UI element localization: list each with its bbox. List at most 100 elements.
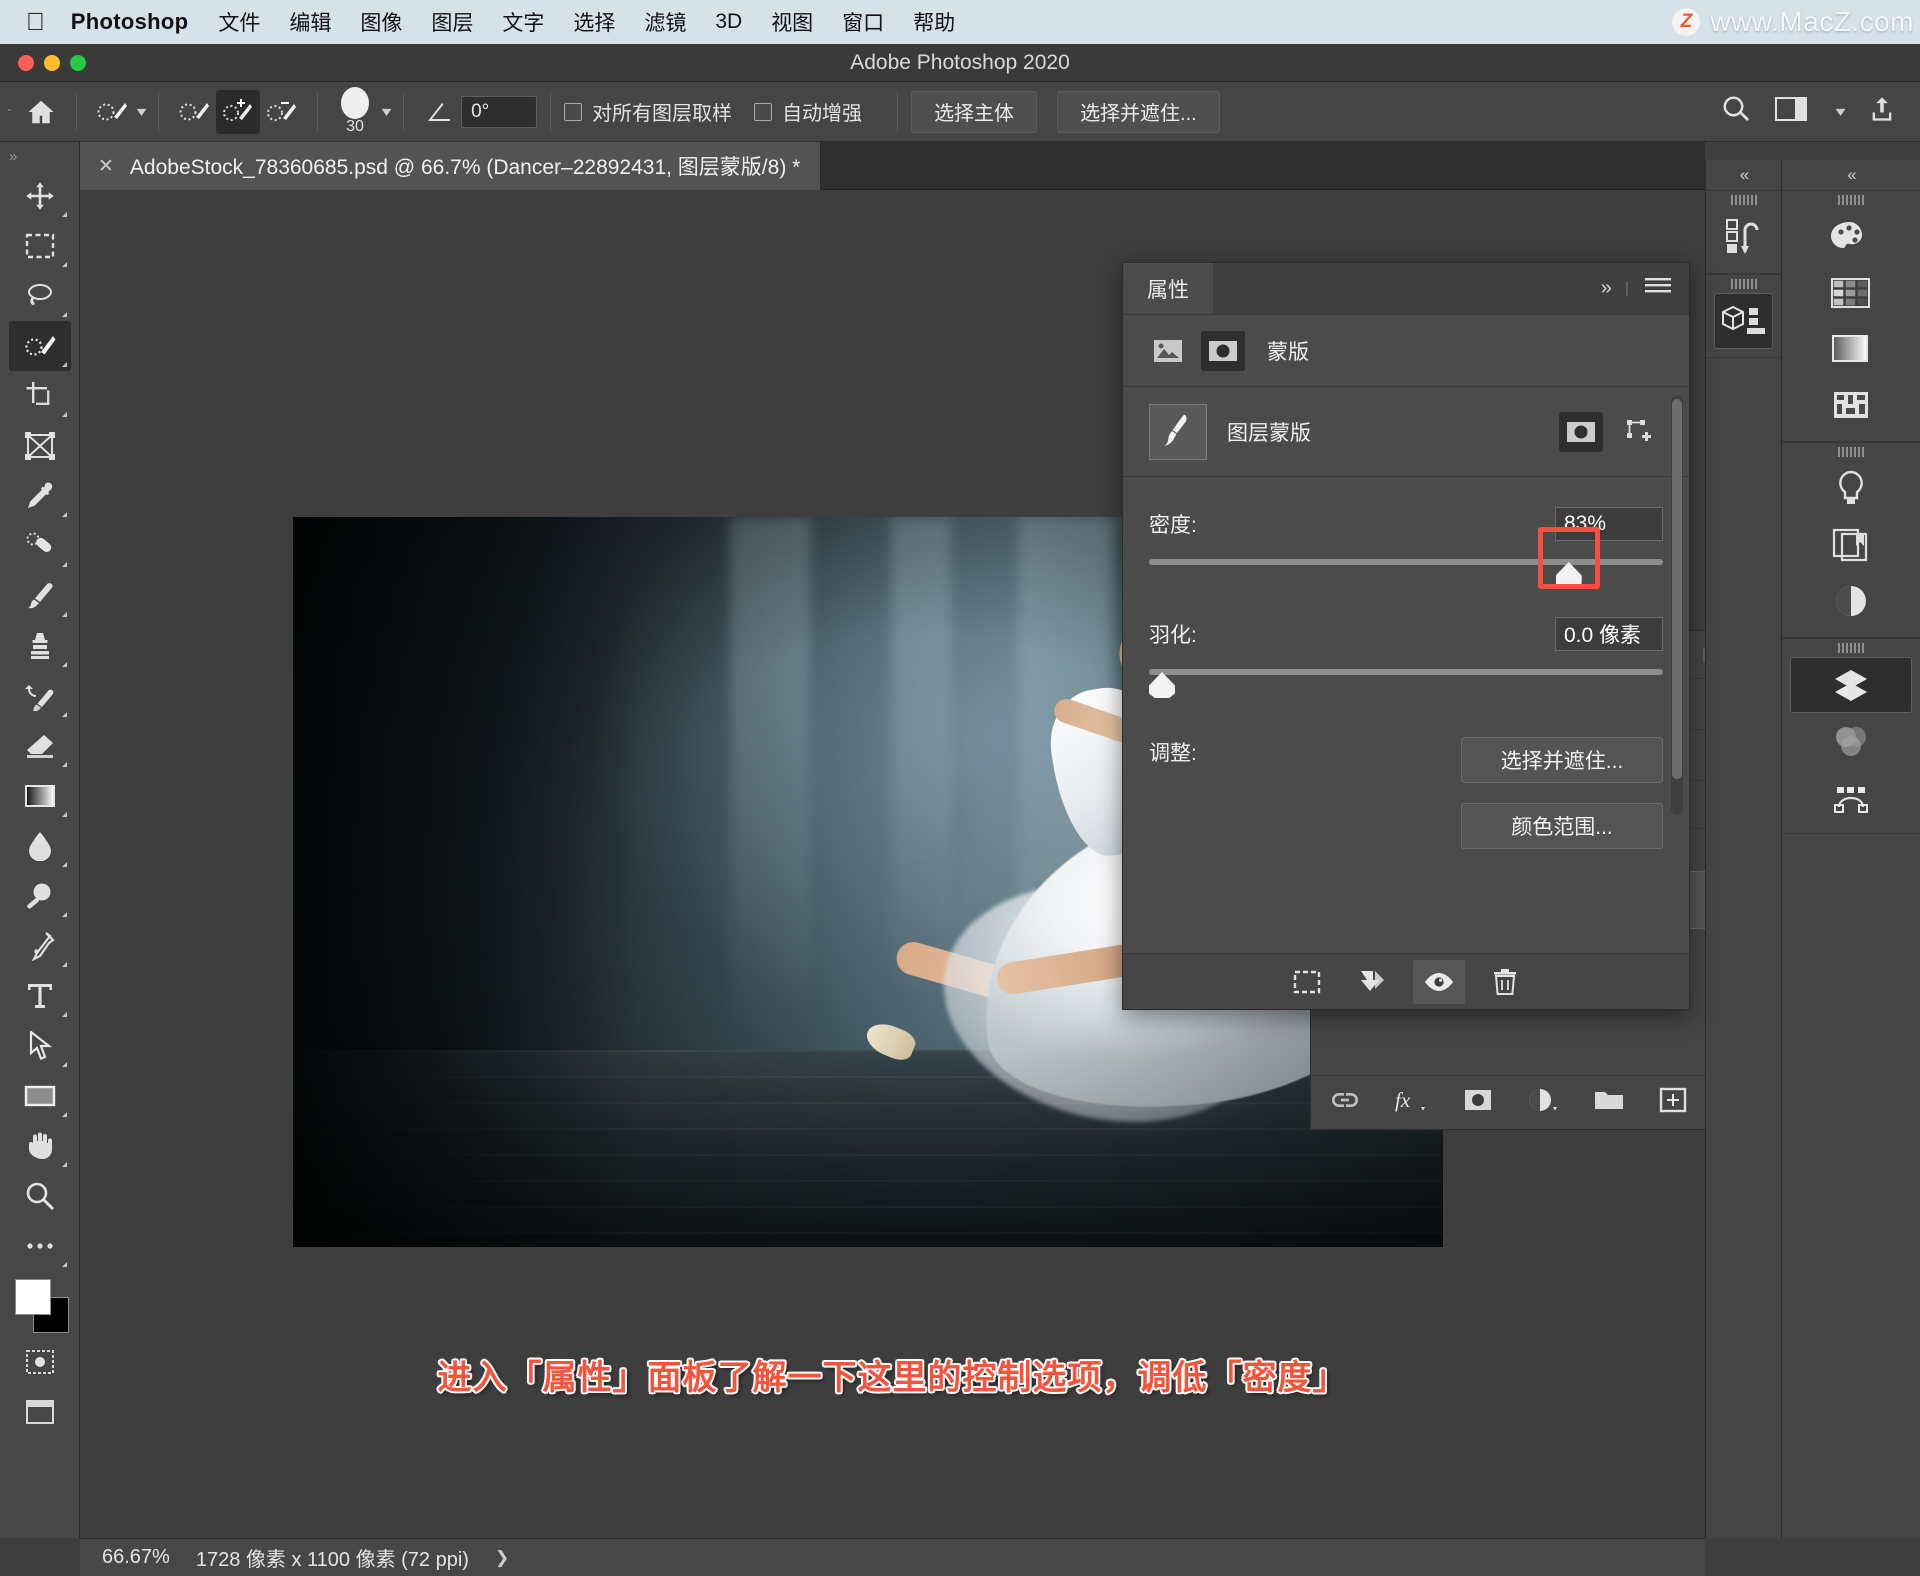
rail-grip[interactable]	[1782, 639, 1920, 657]
edit-toolbar-button[interactable]	[9, 1221, 71, 1271]
menu-item-filter[interactable]: 滤镜	[644, 7, 686, 37]
rectangle-shape-tool[interactable]	[9, 1071, 71, 1121]
select-subject-button[interactable]: 选择主体	[911, 90, 1038, 133]
hand-tool[interactable]	[9, 1121, 71, 1171]
history-brush-tool[interactable]	[9, 671, 71, 721]
brush-chevron-down-icon[interactable]: ▾	[382, 103, 392, 120]
search-icon[interactable]	[1721, 94, 1751, 129]
checkbox-box[interactable]	[754, 102, 773, 121]
new-group-icon[interactable]	[1593, 1088, 1625, 1117]
color-range-button[interactable]: 颜色范围...	[1461, 803, 1663, 849]
crop-tool[interactable]	[9, 371, 71, 421]
patterns-icon[interactable]	[1782, 377, 1920, 433]
selection-mode-new[interactable]	[172, 90, 216, 134]
sample-all-layers-checkbox[interactable]: 对所有图层取样	[564, 97, 732, 126]
select-and-mask-button[interactable]: 选择并遮住...	[1057, 90, 1220, 133]
color-swatches[interactable]	[9, 1275, 71, 1337]
share-icon[interactable]	[1868, 95, 1896, 128]
clone-stamp-tool[interactable]	[9, 621, 71, 671]
color-palette-icon[interactable]	[1782, 209, 1920, 265]
eraser-tool[interactable]	[9, 721, 71, 771]
selection-mode-subtract[interactable]	[260, 90, 304, 134]
window-controls[interactable]	[18, 55, 86, 71]
minimize-window-button[interactable]	[44, 55, 60, 71]
options-bar-grip[interactable]	[7, 94, 11, 129]
chevron-down-icon[interactable]: ▾	[137, 103, 147, 120]
gradient-tool[interactable]	[9, 771, 71, 821]
marquee-tool[interactable]	[9, 221, 71, 271]
workspace-icon[interactable]	[1774, 95, 1809, 128]
quick-selection-tool[interactable]	[8, 321, 71, 371]
feather-slider[interactable]	[1149, 663, 1663, 698]
mask-transform-icon[interactable]	[1619, 412, 1663, 452]
load-selection-icon[interactable]	[1281, 960, 1333, 1004]
gradients-icon[interactable]	[1782, 321, 1920, 377]
collapse-rail-b-button[interactable]: «	[1782, 160, 1920, 190]
eye-icon[interactable]	[1413, 959, 1465, 1004]
link-layers-icon[interactable]	[1329, 1089, 1361, 1116]
chevrons-right-icon[interactable]: »	[1601, 277, 1612, 300]
eyedropper-tool[interactable]	[9, 471, 71, 521]
add-layer-mask-icon[interactable]	[1463, 1088, 1493, 1117]
rail-grip[interactable]	[1782, 443, 1920, 461]
tool-preset-picker[interactable]	[90, 90, 134, 134]
frame-tool[interactable]	[9, 421, 71, 471]
trash-icon[interactable]	[1479, 960, 1531, 1004]
blur-tool[interactable]	[9, 821, 71, 871]
layer-mask-thumbnail-icon[interactable]	[1149, 403, 1207, 460]
brush-preset-preview[interactable]: 30	[331, 87, 379, 136]
paths-icon[interactable]	[1782, 769, 1920, 825]
adjustments-half-circle-icon[interactable]	[1782, 573, 1920, 629]
menu-item-edit[interactable]: 编辑	[289, 7, 331, 37]
type-tool[interactable]	[9, 971, 71, 1021]
menu-item-image[interactable]: 图像	[360, 7, 402, 37]
zoom-level[interactable]: 66.67%	[102, 1546, 170, 1569]
auto-enhance-checkbox[interactable]: 自动增强	[754, 97, 862, 126]
feather-slider-track[interactable]	[1149, 669, 1663, 675]
feather-slider-thumb[interactable]	[1149, 672, 1175, 698]
properties-scrollbar[interactable]	[1671, 395, 1683, 815]
home-button[interactable]	[19, 90, 63, 134]
menu-item-3d[interactable]: 3D	[715, 10, 742, 34]
new-adjustment-layer-icon[interactable]	[1527, 1087, 1559, 1118]
swatches-icon[interactable]	[1782, 265, 1920, 321]
maximize-window-button[interactable]	[70, 55, 86, 71]
menu-app-name[interactable]: Photoshop	[71, 9, 189, 35]
workspace-chevron-down-icon[interactable]: ▾	[1836, 103, 1846, 120]
properties-panel[interactable]: 属性 » | 蒙版 图层蒙版 密度: 83% 羽化: 0.0 像素 调整: 选择…	[1122, 262, 1690, 1010]
channels-icon[interactable]	[1782, 713, 1920, 769]
checkbox-box[interactable]	[564, 102, 583, 121]
document-tab[interactable]: ✕ AdobeStock_78360685.psd @ 66.7% (Dance…	[80, 142, 822, 190]
density-slider-track[interactable]	[1149, 559, 1663, 565]
chevron-right-icon[interactable]: ❯	[495, 1548, 509, 1568]
rail-grip[interactable]	[1706, 191, 1781, 209]
zoom-tool[interactable]	[9, 1171, 71, 1221]
dodge-tool[interactable]	[9, 871, 71, 921]
spot-healing-brush-tool[interactable]	[9, 521, 71, 571]
screen-mode-toggle[interactable]	[9, 1387, 71, 1437]
tab-properties[interactable]: 属性	[1123, 263, 1213, 314]
menu-item-window[interactable]: 窗口	[842, 7, 884, 37]
selection-mode-add[interactable]	[216, 89, 261, 134]
rail-grip[interactable]	[1706, 275, 1781, 293]
menu-item-layer[interactable]: 图层	[431, 7, 473, 37]
menu-item-help[interactable]: 帮助	[913, 7, 955, 37]
density-value-input[interactable]: 83%	[1555, 507, 1663, 541]
select-mask-icon[interactable]	[1559, 411, 1603, 452]
move-tool[interactable]	[9, 171, 71, 221]
collapse-rail-a-button[interactable]: «	[1706, 160, 1781, 190]
close-icon[interactable]: ✕	[98, 155, 114, 178]
quick-mask-toggle[interactable]	[9, 1337, 71, 1387]
path-selection-tool[interactable]	[9, 1021, 71, 1071]
apple-logo-icon[interactable]: 	[26, 9, 45, 35]
apply-mask-icon[interactable]	[1347, 960, 1399, 1004]
menu-item-select[interactable]: 选择	[573, 7, 615, 37]
menu-item-view[interactable]: 视图	[771, 7, 813, 37]
angle-input[interactable]: 0°	[461, 95, 538, 128]
pen-tool[interactable]	[9, 921, 71, 971]
select-and-mask-button[interactable]: 选择并遮住...	[1461, 737, 1663, 783]
mask-properties-icon[interactable]	[1201, 330, 1245, 371]
layer-styles-fx-icon[interactable]: fx	[1395, 1086, 1429, 1119]
history-icon[interactable]	[1706, 209, 1781, 265]
density-slider-thumb[interactable]	[1555, 562, 1582, 588]
